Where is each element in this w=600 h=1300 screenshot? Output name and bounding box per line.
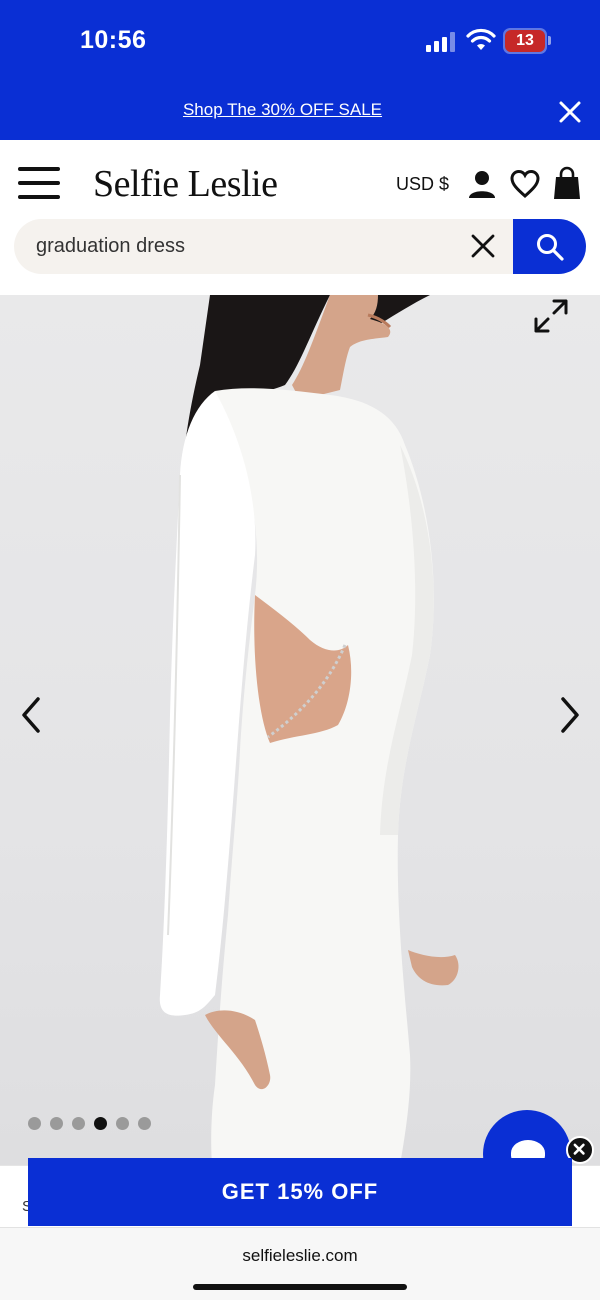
gallery-pagination: [28, 1117, 160, 1131]
site-header: Selfie Leslie USD $: [0, 140, 600, 295]
search-input[interactable]: [36, 219, 456, 274]
home-indicator: [193, 1284, 407, 1290]
browser-url-bar[interactable]: selfieleslie.com: [0, 1227, 600, 1300]
site-logo[interactable]: Selfie Leslie: [93, 162, 278, 206]
user-icon[interactable]: [466, 168, 498, 200]
gallery-dot[interactable]: [72, 1117, 85, 1130]
search-button[interactable]: [513, 219, 586, 274]
search-field-wrap: [14, 219, 514, 274]
chevron-left-icon[interactable]: [18, 695, 46, 735]
gallery-dot[interactable]: [50, 1117, 63, 1130]
top-banner-area: 10:56 13 Shop The 30% OFF SALE: [0, 0, 600, 140]
heart-icon[interactable]: [509, 168, 541, 200]
gallery-dot[interactable]: [138, 1117, 151, 1130]
wifi-icon: [466, 28, 496, 50]
expand-icon[interactable]: [532, 297, 570, 335]
currency-selector[interactable]: USD $: [396, 174, 449, 195]
bag-icon[interactable]: [553, 166, 581, 200]
menu-icon[interactable]: [18, 167, 60, 199]
search-icon: [537, 234, 564, 261]
promo-sale-link[interactable]: Shop The 30% OFF SALE: [0, 100, 565, 120]
cellular-signal-icon: [426, 32, 456, 52]
chevron-right-icon[interactable]: [555, 695, 583, 735]
gallery-dot[interactable]: [28, 1117, 41, 1130]
battery-icon: 13: [505, 30, 545, 52]
gallery-dot-active[interactable]: [94, 1117, 107, 1130]
close-icon[interactable]: [556, 98, 584, 126]
status-time: 10:56: [80, 26, 147, 54]
clear-search-icon[interactable]: [470, 233, 496, 259]
product-image-gallery[interactable]: [0, 295, 600, 1165]
get-discount-button[interactable]: GET 15% OFF: [28, 1158, 572, 1226]
battery-tip: [548, 36, 551, 45]
product-photo: [159, 295, 459, 1165]
url-text[interactable]: selfieleslie.com: [0, 1246, 600, 1266]
gallery-dot[interactable]: [116, 1117, 129, 1130]
